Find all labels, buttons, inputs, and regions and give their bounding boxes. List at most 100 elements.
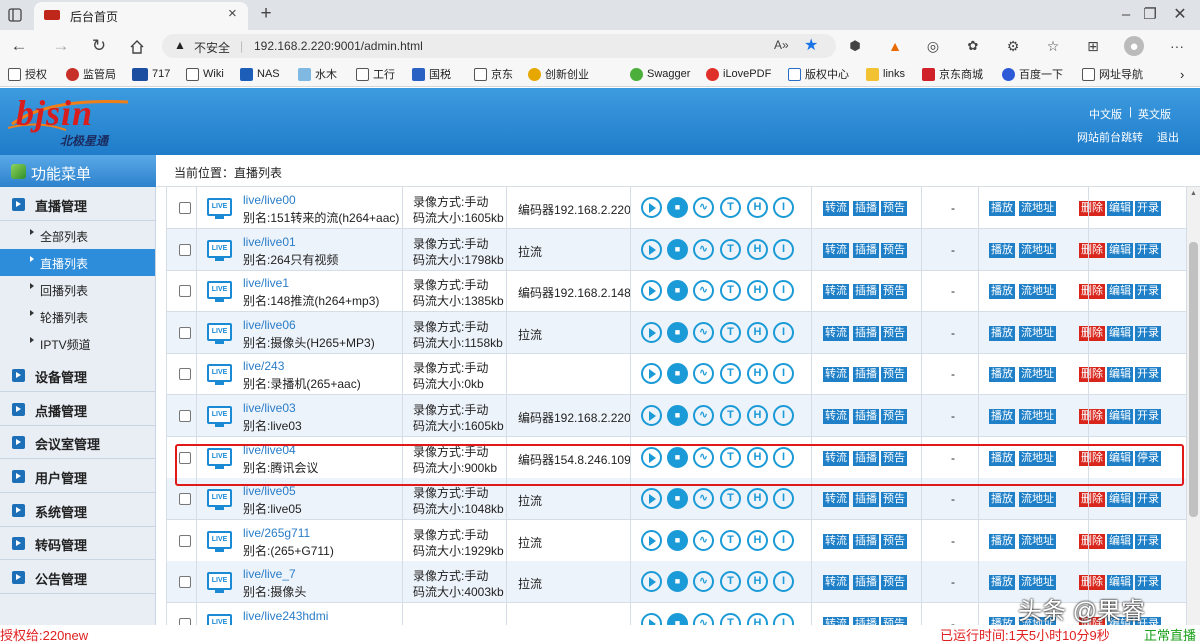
- h-icon[interactable]: H: [747, 280, 768, 302]
- stream-path[interactable]: live/live_7: [243, 567, 296, 581]
- i-icon[interactable]: I: [773, 238, 794, 260]
- action-button[interactable]: 流地址: [1019, 242, 1056, 258]
- more-menu-icon[interactable]: ···: [1168, 37, 1186, 55]
- edit-button[interactable]: 编辑: [1107, 325, 1133, 341]
- edit-button[interactable]: 编辑: [1107, 201, 1133, 216]
- restore-icon[interactable]: ❐: [1140, 4, 1160, 24]
- action-button[interactable]: 流地址: [1019, 367, 1056, 383]
- sidebar-item-playback-list[interactable]: 回播列表: [0, 276, 155, 303]
- i-icon[interactable]: I: [773, 363, 794, 385]
- t-icon[interactable]: T: [720, 529, 741, 551]
- delete-button[interactable]: 删除: [1079, 533, 1105, 549]
- sidebar-group-transcode[interactable]: 转码管理: [0, 527, 155, 560]
- wave-icon[interactable]: ∿: [693, 488, 714, 510]
- edit-button[interactable]: 编辑: [1107, 533, 1133, 549]
- sidebar-group-notice[interactable]: 公告管理: [0, 561, 155, 594]
- action-button[interactable]: 播放: [989, 367, 1015, 383]
- h-icon[interactable]: H: [747, 571, 768, 593]
- delete-button[interactable]: 删除: [1079, 409, 1105, 424]
- bookmark-item[interactable]: iLovePDF: [706, 66, 771, 82]
- i-icon[interactable]: I: [773, 280, 794, 302]
- row-checkbox[interactable]: [179, 493, 191, 506]
- t-icon[interactable]: T: [720, 405, 741, 426]
- delete-button[interactable]: 删除: [1079, 367, 1105, 383]
- camera-icon[interactable]: ■: [667, 197, 688, 218]
- camera-icon[interactable]: ■: [667, 613, 688, 625]
- delete-button[interactable]: 删除: [1079, 201, 1105, 216]
- bookmark-item[interactable]: 京东: [474, 66, 513, 82]
- stream-path[interactable]: live/265g711: [243, 526, 310, 540]
- scrollbar-thumb[interactable]: [1189, 242, 1198, 517]
- action-button[interactable]: 流地址: [1019, 325, 1056, 341]
- action-button[interactable]: 插播: [853, 575, 879, 591]
- row-checkbox[interactable]: [179, 368, 191, 381]
- edit-button[interactable]: 编辑: [1107, 575, 1133, 591]
- stream-path[interactable]: live/243: [243, 359, 284, 373]
- action-button[interactable]: 转流: [823, 284, 849, 300]
- action-button[interactable]: 预告: [881, 201, 907, 216]
- bookmark-item[interactable]: 百度一下: [1002, 66, 1063, 82]
- action-button[interactable]: 播放: [989, 533, 1015, 549]
- wave-icon[interactable]: ∿: [693, 405, 714, 426]
- h-icon[interactable]: H: [747, 405, 768, 426]
- bookmark-item[interactable]: 网址导航: [1082, 66, 1143, 82]
- back-icon[interactable]: ←: [8, 36, 30, 56]
- sidebar-group-meeting[interactable]: 会议室管理: [0, 426, 155, 459]
- action-button[interactable]: 预告: [881, 617, 907, 625]
- action-button[interactable]: 插播: [853, 367, 879, 383]
- row-checkbox[interactable]: [179, 410, 191, 422]
- action-button[interactable]: 播放: [989, 617, 1015, 625]
- h-icon[interactable]: H: [747, 197, 768, 218]
- action-button[interactable]: 插播: [853, 617, 879, 625]
- action-button[interactable]: 转流: [823, 242, 849, 258]
- action-button[interactable]: 预告: [881, 367, 907, 383]
- action-button[interactable]: 插播: [853, 492, 879, 508]
- action-button[interactable]: 转流: [823, 533, 849, 549]
- action-button[interactable]: 转流: [823, 201, 849, 216]
- sidebar-group-user[interactable]: 用户管理: [0, 460, 155, 493]
- play-icon[interactable]: [641, 238, 662, 260]
- wave-icon[interactable]: ∿: [693, 197, 714, 218]
- h-icon[interactable]: H: [747, 363, 768, 385]
- i-icon[interactable]: I: [773, 529, 794, 551]
- camera-icon[interactable]: ■: [667, 363, 688, 385]
- bookmark-item[interactable]: Wiki: [186, 66, 224, 82]
- action-button[interactable]: 播放: [989, 409, 1015, 424]
- sidebar-group-system[interactable]: 系统管理: [0, 494, 155, 527]
- i-icon[interactable]: I: [773, 405, 794, 426]
- i-icon[interactable]: I: [773, 488, 794, 510]
- t-icon[interactable]: T: [720, 280, 741, 302]
- scroll-up-icon[interactable]: ▲: [1190, 190, 1197, 197]
- record-button[interactable]: 开录: [1135, 367, 1161, 383]
- tab-actions-icon[interactable]: [6, 6, 24, 24]
- sidebar-group-live[interactable]: 直播管理: [0, 188, 155, 221]
- action-button[interactable]: 流地址: [1019, 533, 1056, 549]
- i-icon[interactable]: I: [773, 613, 794, 625]
- stream-path[interactable]: live/live03: [243, 401, 296, 415]
- action-button[interactable]: 预告: [881, 409, 907, 424]
- record-button[interactable]: 开录: [1135, 492, 1161, 508]
- record-button[interactable]: 开录: [1135, 575, 1161, 591]
- sidebar-item-iptv[interactable]: IPTV频道: [0, 330, 155, 357]
- delete-button[interactable]: 删除: [1079, 284, 1105, 300]
- sidebar-group-device[interactable]: 设备管理: [0, 359, 155, 392]
- record-button[interactable]: 开录: [1135, 242, 1161, 258]
- window-close-icon[interactable]: ✕: [1170, 4, 1190, 24]
- action-button[interactable]: 流地址: [1019, 409, 1056, 424]
- row-checkbox[interactable]: [179, 618, 191, 625]
- tab-close-icon[interactable]: ×: [228, 5, 237, 22]
- bookmark-item[interactable]: 国税: [412, 66, 451, 82]
- play-icon[interactable]: [641, 529, 662, 551]
- sidebar-item-all-list[interactable]: 全部列表: [0, 222, 155, 249]
- minimize-icon[interactable]: –: [1116, 4, 1136, 24]
- refresh-icon[interactable]: ↻: [88, 36, 110, 56]
- bookmark-item[interactable]: NAS: [240, 66, 280, 82]
- wave-icon[interactable]: ∿: [693, 571, 714, 593]
- action-button[interactable]: 流地址: [1019, 492, 1056, 508]
- action-button[interactable]: 转流: [823, 492, 849, 508]
- stream-path[interactable]: live/live05: [243, 484, 296, 498]
- bookmark-item[interactable]: 京东商城: [922, 66, 983, 82]
- wave-icon[interactable]: ∿: [693, 363, 714, 385]
- action-button[interactable]: 播放: [989, 201, 1015, 216]
- row-checkbox[interactable]: [179, 326, 191, 339]
